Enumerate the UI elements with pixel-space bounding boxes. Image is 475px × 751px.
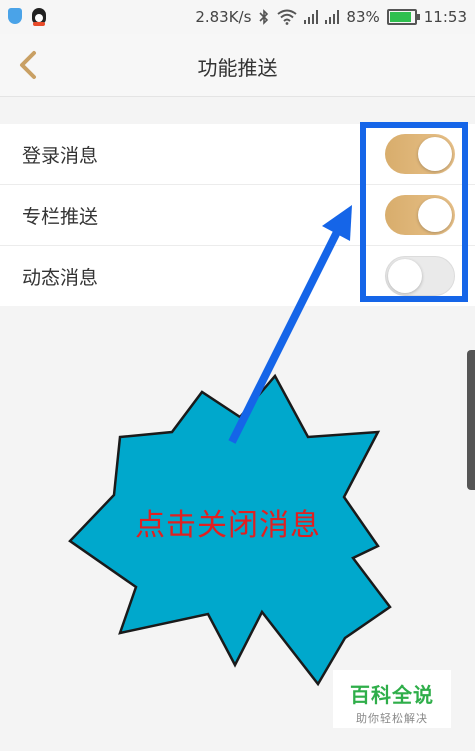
callout-text: 点击关闭消息 xyxy=(135,508,321,543)
watermark-logo: 百科全说 助你轻松解决 xyxy=(333,670,451,728)
annotation-overlay xyxy=(68,205,392,687)
watermark-title: 百科全说 xyxy=(350,683,434,707)
watermark-subtitle: 助你轻松解决 xyxy=(356,712,428,725)
